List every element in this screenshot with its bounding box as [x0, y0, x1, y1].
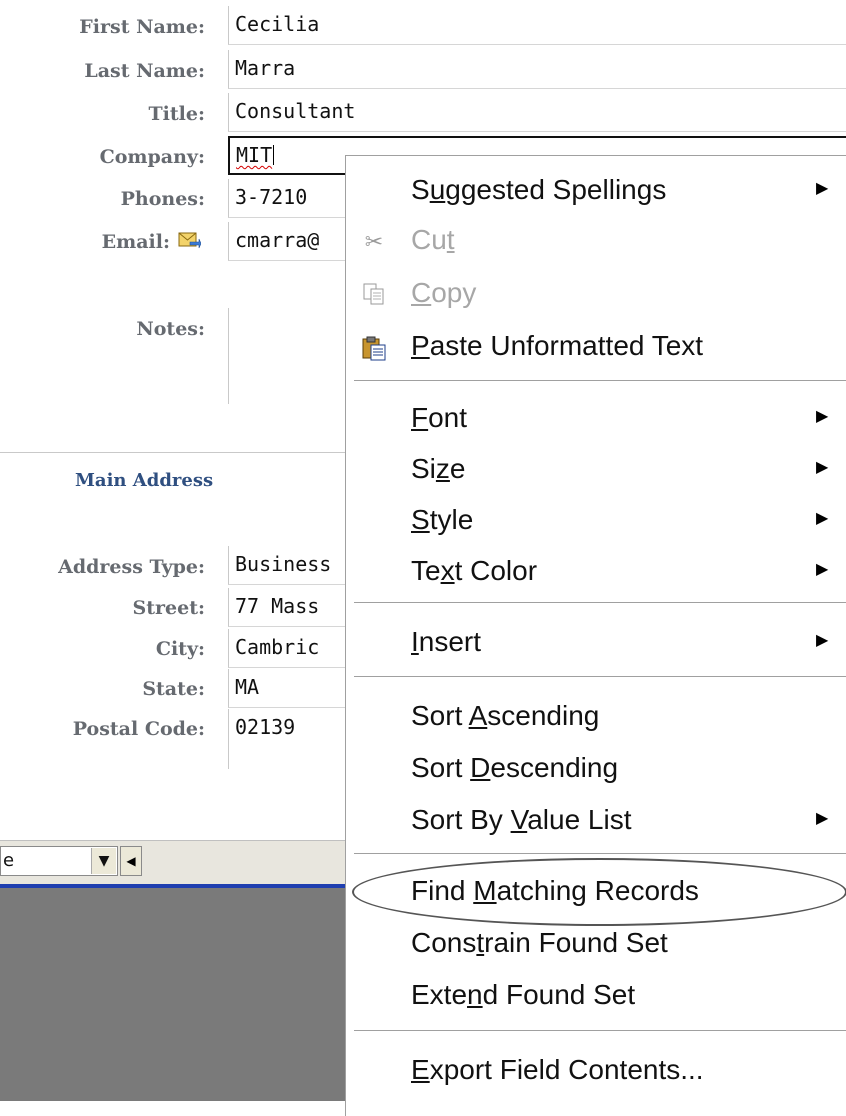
cut-icon: ✂ [364, 229, 384, 254]
last-name-label: Last Name: [84, 60, 205, 82]
submenu-arrow-icon: ▶ [816, 561, 829, 578]
paste-icon [360, 334, 388, 362]
layout-combo[interactable]: e ▼ [0, 846, 118, 876]
phones-label: Phones: [120, 188, 205, 210]
street-label: Street: [132, 597, 205, 619]
notes-label: Notes: [136, 318, 205, 340]
menu-item-paste-unformatted-text[interactable]: Paste Unformatted Text [346, 322, 846, 372]
postal-code-label: Postal Code: [72, 718, 205, 740]
menu-item-style[interactable]: Style ▶ [346, 496, 846, 546]
notes-field[interactable] [229, 308, 349, 404]
menu-item-cut[interactable]: ✂ Cut [346, 216, 846, 266]
main-address-heading: Main Address [75, 470, 214, 491]
menu-item-text-color[interactable]: Text Color ▶ [346, 547, 846, 597]
state-label: State: [142, 678, 205, 700]
company-label: Company: [99, 146, 205, 168]
scroll-left-icon[interactable]: ◀ [120, 846, 142, 876]
context-menu: Suggested Spellings ▶ ✂ Cut Copy Paste U… [345, 155, 846, 1116]
menu-separator [354, 602, 846, 606]
submenu-arrow-icon: ▶ [816, 510, 829, 527]
address-type-label: Address Type: [58, 556, 205, 578]
highlight-ellipse [352, 858, 846, 926]
menu-item-constrain-found-set[interactable]: Constrain Found Set [346, 919, 846, 969]
menu-item-insert[interactable]: Insert ▶ [346, 618, 846, 668]
first-name-field[interactable]: Cecilia [228, 6, 846, 45]
menu-item-sort-ascending[interactable]: Sort Ascending [346, 692, 846, 742]
chevron-down-icon[interactable]: ▼ [91, 848, 116, 874]
submenu-arrow-icon: ▶ [816, 408, 829, 425]
menu-item-suggested-spellings[interactable]: Suggested Spellings ▶ [346, 166, 846, 216]
submenu-arrow-icon: ▶ [816, 459, 829, 476]
email-label: Email: [101, 231, 170, 253]
city-label: City: [155, 638, 205, 660]
text-caret [273, 145, 275, 165]
menu-separator [354, 380, 846, 384]
first-name-label: First Name: [79, 16, 205, 38]
last-name-field[interactable]: Marra [228, 50, 846, 89]
send-email-icon[interactable] [177, 228, 202, 252]
title-field[interactable]: Consultant [228, 93, 846, 132]
submenu-arrow-icon: ▶ [816, 180, 829, 197]
menu-item-extend-found-set[interactable]: Extend Found Set [346, 971, 846, 1021]
submenu-arrow-icon: ▶ [816, 632, 829, 649]
menu-item-sort-by-value-list[interactable]: Sort By Value List ▶ [346, 796, 846, 846]
company-field-value: MIT [236, 143, 273, 167]
menu-item-size[interactable]: Size ▶ [346, 445, 846, 495]
menu-item-sort-descending[interactable]: Sort Descending [346, 744, 846, 794]
submenu-arrow-icon: ▶ [816, 810, 829, 827]
menu-item-copy[interactable]: Copy [346, 269, 846, 319]
menu-separator [354, 853, 846, 857]
copy-icon [360, 281, 388, 309]
section-divider [0, 452, 350, 453]
menu-separator [354, 676, 846, 680]
layout-combo-value: e [3, 850, 15, 871]
title-label: Title: [148, 103, 205, 125]
menu-separator [354, 1030, 846, 1034]
menu-item-export-field-contents[interactable]: Export Field Contents... [346, 1046, 846, 1096]
menu-item-font[interactable]: Font ▶ [346, 394, 846, 444]
